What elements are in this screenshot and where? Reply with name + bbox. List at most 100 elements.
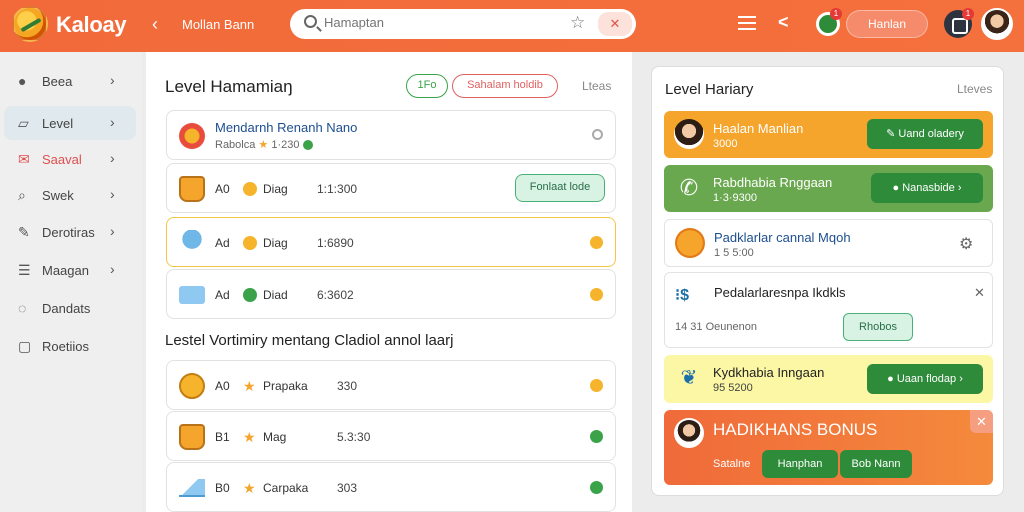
settings-icon[interactable]: ⚙ — [959, 234, 973, 254]
sidebar-item-dandats[interactable]: ◌ Dandats — [4, 291, 136, 325]
menu-icon[interactable] — [738, 16, 756, 34]
sidebar-item-beea[interactable]: ● Beea › — [4, 64, 136, 98]
level-card[interactable]: B1 ★ Mag 5.3:30 — [166, 411, 616, 461]
header-action-button[interactable]: Hanlan — [846, 10, 928, 38]
coin-icon — [243, 236, 257, 250]
card-code: Ad — [215, 236, 230, 250]
right-panel-link[interactable]: Lteves — [957, 82, 992, 96]
idea-icon — [675, 228, 705, 258]
profile-avatar[interactable] — [981, 8, 1013, 40]
right-item-white-expanded[interactable]: ⁝$ Pedalarlaresnpa Ikdkls ✕ 14 31 Oeunen… — [664, 272, 993, 348]
level-card[interactable]: B0 ★ Carpaka 303 — [166, 462, 616, 512]
bonus-button-secondary[interactable]: Bob Nann — [840, 450, 912, 478]
avatar — [674, 418, 704, 448]
level-card-featured[interactable]: Mendarnh Renanh Nano Rabolca ★ 1·230 — [166, 110, 616, 160]
logo-icon[interactable] — [12, 6, 48, 42]
user-icon: ● — [18, 73, 27, 89]
sidebar-item-roetiios[interactable]: ▢ Roetiios — [4, 329, 136, 363]
breadcrumb[interactable]: Mollan Bann — [182, 17, 254, 32]
sidebar-item-maagan[interactable]: ☰ Maagan › — [4, 253, 136, 287]
back-chevron-icon[interactable]: ‹ — [152, 14, 158, 35]
chevron-right-icon: › — [110, 72, 115, 88]
notification-badge: 1 — [962, 8, 974, 20]
item-action-button[interactable]: Rhobos — [843, 313, 913, 341]
item-title: Rabdhabia Rnggaan — [713, 175, 833, 190]
section-title: Lestel Vortimiry mentang Cladiol annol l… — [165, 332, 454, 349]
list-icon: ☰ — [18, 262, 31, 278]
sidebar-item-derotiras[interactable]: ✎ Derotiras › — [4, 215, 136, 249]
chevron-right-icon: › — [110, 114, 115, 130]
filter-pill-red[interactable]: Sahalam holdib — [452, 74, 558, 98]
level-card[interactable]: Ad Diad 6:3602 — [166, 269, 616, 319]
level-card[interactable]: A0 ★ Prapaka 330 — [166, 360, 616, 410]
bird-icon: ❦ — [680, 367, 698, 389]
card-code: A0 — [215, 379, 230, 393]
status-dot — [302, 140, 313, 151]
level-card-highlighted[interactable]: Ad Diag 1:6890 — [166, 217, 616, 267]
sun-gear-icon — [179, 123, 205, 149]
close-icon[interactable]: ✕ — [970, 410, 993, 433]
button-label: Uand oladery — [898, 128, 964, 140]
item-title: Padklarlar cannal Mqoh — [714, 230, 851, 245]
button-label: Nanasbide — [902, 182, 955, 194]
card-value: 1:6890 — [317, 236, 354, 250]
level-card[interactable]: A0 Diag 1:1:300 Fonlaat lode — [166, 163, 616, 213]
card-sub-a: Rabolca — [215, 139, 256, 151]
right-item-orange[interactable]: Haalan Manlian 3000 ✎ Uand oladery — [664, 111, 993, 158]
card-name: Prapaka — [263, 379, 308, 393]
search-input[interactable] — [324, 15, 544, 30]
bonus-card[interactable]: HADIKHANS BONUS Satalne ✕ Hanphan Bob Na… — [664, 410, 993, 485]
header-button-label: Hanlan — [867, 17, 907, 31]
settings-icon[interactable] — [592, 129, 603, 140]
file-icon: ▢ — [18, 338, 32, 354]
sidebar-item-saaval[interactable]: ✉ Saaval › — [4, 142, 136, 176]
pen-icon: ✎ — [18, 224, 30, 240]
sidebar-item-label: Roetiios — [42, 339, 89, 354]
card-action-button[interactable]: Fonlaat lode — [515, 174, 605, 202]
sparkle-icon[interactable]: ☆ — [570, 13, 585, 33]
main-panel: Level Hamamiaŋ 1Fo Sahalam holdib Lteas … — [146, 52, 632, 512]
card-code: Ad — [215, 288, 230, 302]
filter-pill-green[interactable]: 1Fo — [406, 74, 448, 98]
sidebar-item-level[interactable]: ▱ Level › — [4, 106, 136, 140]
brand-name[interactable]: Kaloay — [56, 12, 127, 38]
bonus-button-primary[interactable]: Hanphan — [762, 450, 838, 478]
right-item-yellow[interactable]: ❦ Kydkhabia Inngaan 95 5200 ● Uaan floda… — [664, 355, 993, 403]
chat-icon: ◌ — [18, 300, 27, 316]
sidebar-item-label: Derotiras — [42, 225, 95, 240]
chart-icon — [179, 479, 205, 497]
star-icon: ★ — [243, 378, 256, 394]
view-all-link[interactable]: Lteas — [582, 79, 611, 93]
status-dot — [590, 288, 603, 301]
notification-badge: 1 — [830, 8, 842, 20]
sidebar-item-label: Maagan — [42, 263, 89, 278]
tree-icon — [179, 230, 205, 256]
card-code: B1 — [215, 430, 230, 444]
share-icon[interactable]: < — [778, 12, 789, 33]
right-item-white[interactable]: Padklarlar cannal Mqoh 1 5 5:00 ⚙ — [664, 219, 993, 267]
search-bar[interactable]: ☆ ✕ — [290, 9, 636, 39]
right-item-green[interactable]: ✆ Rabdhabia Rnggaan 1·3·9300 ● Nanasbide… — [664, 165, 993, 212]
card-sub-b: 1·230 — [271, 139, 300, 151]
leaf-icon — [243, 288, 257, 302]
item-title: Kydkhabia Inngaan — [713, 365, 825, 380]
card-value: 1:1:300 — [317, 182, 358, 196]
card-value: 303 — [337, 481, 358, 495]
sidebar-item-label: Dandats — [42, 301, 91, 316]
clear-search-button[interactable]: ✕ — [598, 12, 632, 36]
item-subtitle: 95 5200 — [713, 382, 753, 394]
card-title: Mendarnh Renanh Nano — [215, 120, 358, 135]
status-dot — [590, 481, 603, 494]
item-title: Pedalarlaresnpa Ikdkls — [714, 285, 846, 300]
basket-icon — [179, 176, 205, 202]
search-icon: ⌕ — [18, 187, 26, 203]
page-title: Level Hamamiaŋ — [165, 77, 293, 96]
card-value: 6:3602 — [317, 288, 354, 302]
card-name: Carpaka — [263, 481, 309, 495]
item-action-button[interactable]: ✎ Uand oladery — [867, 119, 983, 149]
item-action-button[interactable]: ● Uaan flodap › — [867, 364, 983, 394]
item-action-button[interactable]: ● Nanasbide › — [871, 173, 983, 203]
close-icon[interactable]: ✕ — [974, 285, 985, 301]
bonus-subtitle: Satalne — [713, 458, 751, 470]
sidebar-item-swek[interactable]: ⌕ Swek › — [4, 178, 136, 212]
